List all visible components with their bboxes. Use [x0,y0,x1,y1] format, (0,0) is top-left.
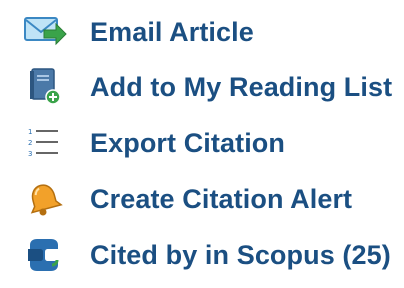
export-citation-label: Export Citation [90,127,285,158]
scopus-icon [20,235,68,275]
add-to-reading-list-link[interactable]: Add to My Reading List [20,65,392,109]
email-article-link[interactable]: Email Article [20,10,254,54]
reading-list-icon [20,67,68,107]
email-icon [20,12,68,52]
cited-by-scopus-link[interactable]: Cited by in Scopus (25) [20,233,391,277]
article-actions-menu: Email Article Add to My Reading List 1 2… [0,0,404,288]
create-citation-alert-label: Create Citation Alert [90,183,353,214]
add-to-reading-list-label: Add to My Reading List [90,71,393,102]
cited-by-scopus-label: Cited by in Scopus (25) [90,239,391,270]
email-article-label: Email Article [90,16,254,47]
svg-text:3: 3 [28,150,32,158]
create-citation-alert-link[interactable]: Create Citation Alert [20,177,352,221]
bell-icon [20,179,68,219]
svg-text:1: 1 [28,128,32,136]
export-citation-link[interactable]: 1 2 3 Export Citation [20,121,285,165]
export-citation-icon: 1 2 3 [20,123,68,163]
svg-text:2: 2 [28,139,32,147]
